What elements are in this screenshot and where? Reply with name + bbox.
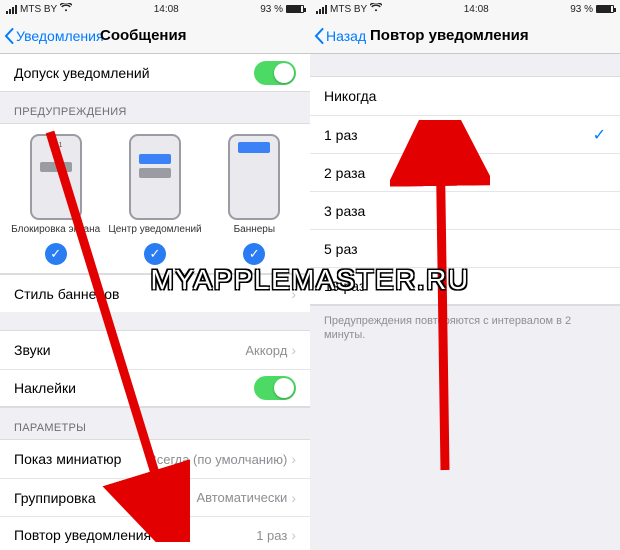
page-title: Повтор уведомления xyxy=(370,27,529,44)
grouping-label: Группировка xyxy=(14,490,96,506)
wifi-icon xyxy=(60,3,72,15)
back-label: Уведомления xyxy=(16,28,104,44)
back-label: Назад xyxy=(326,28,366,44)
wifi-icon xyxy=(370,3,382,15)
repeat-alerts-label: Повтор уведомления xyxy=(14,527,151,543)
alert-style-previews: 9:41 Блокировка экрана Центр уведомлений… xyxy=(0,123,310,274)
carrier-label: MTS BY xyxy=(330,4,367,15)
clock-label: 14:08 xyxy=(154,4,179,15)
checkmark-icon: ✓ xyxy=(593,125,606,145)
option-3-times[interactable]: 3 раза xyxy=(310,191,620,229)
back-button[interactable]: Назад xyxy=(310,28,366,44)
sounds-value: Аккорд xyxy=(245,343,287,358)
preview-notification-center[interactable]: Центр уведомлений xyxy=(105,134,204,235)
chevron-right-icon: › xyxy=(291,527,296,543)
status-bar: MTS BY 14:08 93 % xyxy=(0,0,310,18)
stickers-label: Наклейки xyxy=(14,380,76,396)
check-lockscreen[interactable]: ✓ xyxy=(45,243,67,265)
sounds-label: Звуки xyxy=(14,342,51,358)
check-banners[interactable]: ✓ xyxy=(243,243,265,265)
status-bar: MTS BY 14:08 93 % xyxy=(310,0,620,18)
repeat-alerts-value: 1 раз xyxy=(256,528,287,543)
option-never[interactable]: Никогда xyxy=(310,77,620,115)
chevron-left-icon xyxy=(4,28,14,44)
option-2-times[interactable]: 2 раза xyxy=(310,153,620,191)
carrier-label: MTS BY xyxy=(20,4,57,15)
stickers-row[interactable]: Наклейки xyxy=(0,369,310,407)
allow-notifications-row[interactable]: Допуск уведомлений xyxy=(0,54,310,92)
show-previews-row[interactable]: Показ миниатюр Всегда (по умолчанию) › xyxy=(0,440,310,478)
params-header: ПАРАМЕТРЫ xyxy=(0,408,310,439)
repeat-options-list: Никогда 1 раз ✓ 2 раза 3 раза 5 раз 10 р… xyxy=(310,76,620,306)
repeat-footer-note: Предупреждения повторяются с интервалом … xyxy=(310,306,620,351)
grouping-row[interactable]: Группировка Автоматически › xyxy=(0,478,310,516)
allow-notifications-toggle[interactable] xyxy=(254,61,296,85)
allow-notifications-label: Допуск уведомлений xyxy=(14,65,150,81)
battery-pct-label: 93 % xyxy=(260,4,283,15)
stickers-toggle[interactable] xyxy=(254,376,296,400)
repeat-alerts-row[interactable]: Повтор уведомления 1 раз › xyxy=(0,516,310,550)
page-title: Сообщения xyxy=(100,27,186,44)
grouping-value: Автоматически xyxy=(196,490,287,505)
nav-bar: Назад Повтор уведомления xyxy=(310,18,620,54)
battery-icon xyxy=(286,5,304,13)
preview-banners[interactable]: Баннеры xyxy=(205,134,304,235)
banner-style-row[interactable]: Стиль баннеров › xyxy=(0,274,310,312)
preview-lockscreen[interactable]: 9:41 Блокировка экрана xyxy=(6,134,105,235)
nav-bar: Уведомления Сообщения xyxy=(0,18,310,54)
chevron-right-icon: › xyxy=(291,342,296,358)
signal-icon xyxy=(6,5,17,14)
check-center[interactable]: ✓ xyxy=(144,243,166,265)
warnings-header: ПРЕДУПРЕЖДЕНИЯ xyxy=(0,92,310,123)
option-1-time[interactable]: 1 раз ✓ xyxy=(310,115,620,153)
option-10-times[interactable]: 10 раз xyxy=(310,267,620,305)
signal-icon xyxy=(316,5,327,14)
battery-icon xyxy=(596,5,614,13)
chevron-right-icon: › xyxy=(291,451,296,467)
chevron-right-icon: › xyxy=(291,286,296,302)
show-previews-value: Всегда (по умолчанию) xyxy=(148,452,287,467)
chevron-left-icon xyxy=(314,28,324,44)
phone-left-settings: MTS BY 14:08 93 % Уведомления Сообщения … xyxy=(0,0,310,550)
clock-label: 14:08 xyxy=(464,4,489,15)
phone-right-repeat: MTS BY 14:08 93 % Назад Повтор уведомлен… xyxy=(310,0,620,550)
banner-style-label: Стиль баннеров xyxy=(14,286,119,302)
show-previews-label: Показ миниатюр xyxy=(14,451,121,467)
option-5-times[interactable]: 5 раз xyxy=(310,229,620,267)
battery-pct-label: 93 % xyxy=(570,4,593,15)
chevron-right-icon: › xyxy=(291,490,296,506)
back-button[interactable]: Уведомления xyxy=(0,28,104,44)
sounds-row[interactable]: Звуки Аккорд › xyxy=(0,331,310,369)
